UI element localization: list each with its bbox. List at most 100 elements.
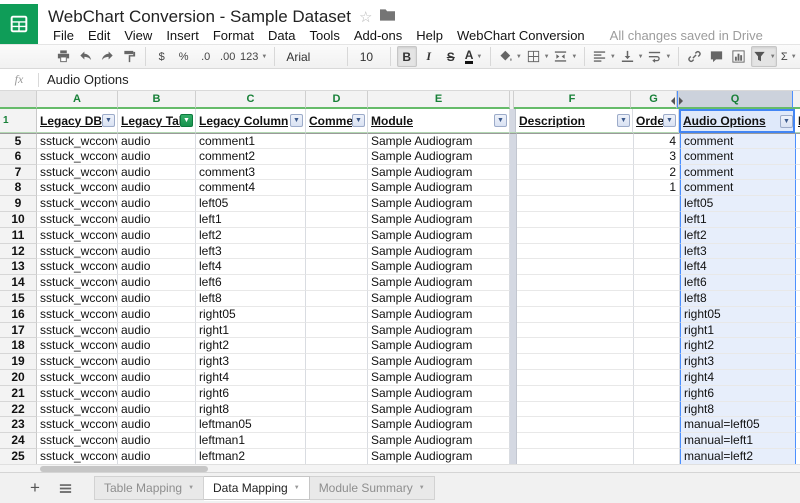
cell-D20[interactable] <box>306 370 368 386</box>
chevron-down-icon[interactable]: ▼ <box>419 485 425 491</box>
cell-G8[interactable]: 1 <box>634 180 680 196</box>
menu-format[interactable]: Format <box>206 27 261 44</box>
fill-color-button[interactable]: ▼ <box>497 46 523 67</box>
cell-C16[interactable]: right05 <box>196 307 306 323</box>
cell-C25[interactable]: leftman2 <box>196 449 306 465</box>
more-formats-button[interactable]: 123▼ <box>240 46 268 67</box>
cell-Q21[interactable]: right6 <box>680 386 796 402</box>
cell-partial9[interactable] <box>796 196 800 212</box>
cell-Q17[interactable]: right1 <box>680 323 796 339</box>
cell-E22[interactable]: Sample Audiogram <box>368 402 510 418</box>
cell-D19[interactable] <box>306 354 368 370</box>
menu-help[interactable]: Help <box>409 27 450 44</box>
cell-D7[interactable] <box>306 165 368 181</box>
cell-B9[interactable]: audio <box>118 196 196 212</box>
active-filter-funnel-button[interactable]: ▼ <box>180 114 193 127</box>
cell-C8[interactable]: comment4 <box>196 180 306 196</box>
cell-B24[interactable]: audio <box>118 433 196 449</box>
cell-partial12[interactable] <box>796 244 800 260</box>
cell-B21[interactable]: audio <box>118 386 196 402</box>
cell-Q25[interactable]: manual=left2 <box>680 449 796 465</box>
cell-A24[interactable]: sstuck_wcconv <box>37 433 118 449</box>
paint-format-button[interactable] <box>119 46 139 67</box>
cell-D15[interactable] <box>306 291 368 307</box>
cell-F10[interactable] <box>517 212 634 228</box>
header-cell-E[interactable]: Module▼ <box>368 109 510 133</box>
cell-D12[interactable] <box>306 244 368 260</box>
cell-partial20[interactable] <box>796 370 800 386</box>
sheet-tab-module-summary[interactable]: Module Summary▼ <box>310 476 435 500</box>
text-wrap-button[interactable]: ▼ <box>646 46 672 67</box>
column-header-Q[interactable]: Q <box>677 91 793 109</box>
cell-partial13[interactable] <box>796 259 800 275</box>
cell-F12[interactable] <box>517 244 634 260</box>
filter-dropdown-button[interactable]: ▼ <box>663 114 676 127</box>
row-header-14[interactable]: 14 <box>0 275 37 291</box>
row-header-24[interactable]: 24 <box>0 433 37 449</box>
frozen-pane-divider[interactable] <box>510 196 517 212</box>
cell-B25[interactable]: audio <box>118 449 196 465</box>
cell-partial17[interactable] <box>796 323 800 339</box>
frozen-pane-divider[interactable] <box>510 354 517 370</box>
cell-partial19[interactable] <box>796 354 800 370</box>
cell-A25[interactable]: sstuck_wcconv <box>37 449 118 465</box>
frozen-pane-divider[interactable] <box>510 386 517 402</box>
cell-G13[interactable] <box>634 259 680 275</box>
horizontal-scrollbar[interactable] <box>0 464 800 472</box>
row-header-19[interactable]: 19 <box>0 354 37 370</box>
column-header-D[interactable]: D <box>306 91 368 109</box>
menu-file[interactable]: File <box>46 27 81 44</box>
cell-F23[interactable] <box>517 417 634 433</box>
frozen-pane-divider[interactable] <box>510 307 517 323</box>
cell-C14[interactable]: left6 <box>196 275 306 291</box>
cell-A23[interactable]: sstuck_wcconv <box>37 417 118 433</box>
cell-G5[interactable]: 4 <box>634 133 680 149</box>
cell-G10[interactable] <box>634 212 680 228</box>
column-header-partial[interactable] <box>793 91 800 109</box>
cell-F6[interactable] <box>517 149 634 165</box>
cell-G18[interactable] <box>634 338 680 354</box>
cell-A22[interactable]: sstuck_wcconv <box>37 402 118 418</box>
cell-C5[interactable]: comment1 <box>196 133 306 149</box>
menu-tools[interactable]: Tools <box>302 27 346 44</box>
chevron-down-icon[interactable]: ▼ <box>294 485 300 491</box>
cell-B7[interactable]: audio <box>118 165 196 181</box>
cell-Q5[interactable]: comment <box>680 133 796 149</box>
chevron-down-icon[interactable]: ▼ <box>188 485 194 491</box>
text-color-button[interactable]: A▼ <box>463 46 485 67</box>
star-outline-icon[interactable]: ☆ <box>359 10 372 25</box>
cell-D22[interactable] <box>306 402 368 418</box>
cell-C10[interactable]: left1 <box>196 212 306 228</box>
cell-F13[interactable] <box>517 259 634 275</box>
strikethrough-button[interactable]: S <box>441 46 461 67</box>
frozen-pane-divider[interactable] <box>510 228 517 244</box>
cell-F18[interactable] <box>517 338 634 354</box>
cell-A16[interactable]: sstuck_wcconv <box>37 307 118 323</box>
cell-partial11[interactable] <box>796 228 800 244</box>
font-size-select[interactable]: 10 <box>354 46 384 67</box>
vertical-align-button[interactable]: ▼ <box>619 46 645 67</box>
cell-Q18[interactable]: right2 <box>680 338 796 354</box>
header-cell-D[interactable]: Comments▼ <box>306 109 368 133</box>
select-all-corner[interactable] <box>0 91 37 109</box>
cell-F9[interactable] <box>517 196 634 212</box>
header-cell-partial[interactable]: Fi <box>795 109 800 133</box>
cell-G9[interactable] <box>634 196 680 212</box>
filter-button[interactable]: ▼ <box>751 46 777 67</box>
cell-A14[interactable]: sstuck_wcconv <box>37 275 118 291</box>
cell-F11[interactable] <box>517 228 634 244</box>
cell-C23[interactable]: leftman05 <box>196 417 306 433</box>
cell-F5[interactable] <box>517 133 634 149</box>
cell-F14[interactable] <box>517 275 634 291</box>
cell-A21[interactable]: sstuck_wcconv <box>37 386 118 402</box>
frozen-pane-divider[interactable] <box>510 449 517 465</box>
cell-B19[interactable]: audio <box>118 354 196 370</box>
frozen-pane-divider[interactable] <box>510 370 517 386</box>
frozen-pane-divider[interactable] <box>510 433 517 449</box>
cell-E25[interactable]: Sample Audiogram <box>368 449 510 465</box>
cell-D13[interactable] <box>306 259 368 275</box>
cell-B8[interactable]: audio <box>118 180 196 196</box>
cell-Q7[interactable]: comment <box>680 165 796 181</box>
row-header-10[interactable]: 10 <box>0 212 37 228</box>
font-select[interactable]: Arial <box>280 46 341 67</box>
